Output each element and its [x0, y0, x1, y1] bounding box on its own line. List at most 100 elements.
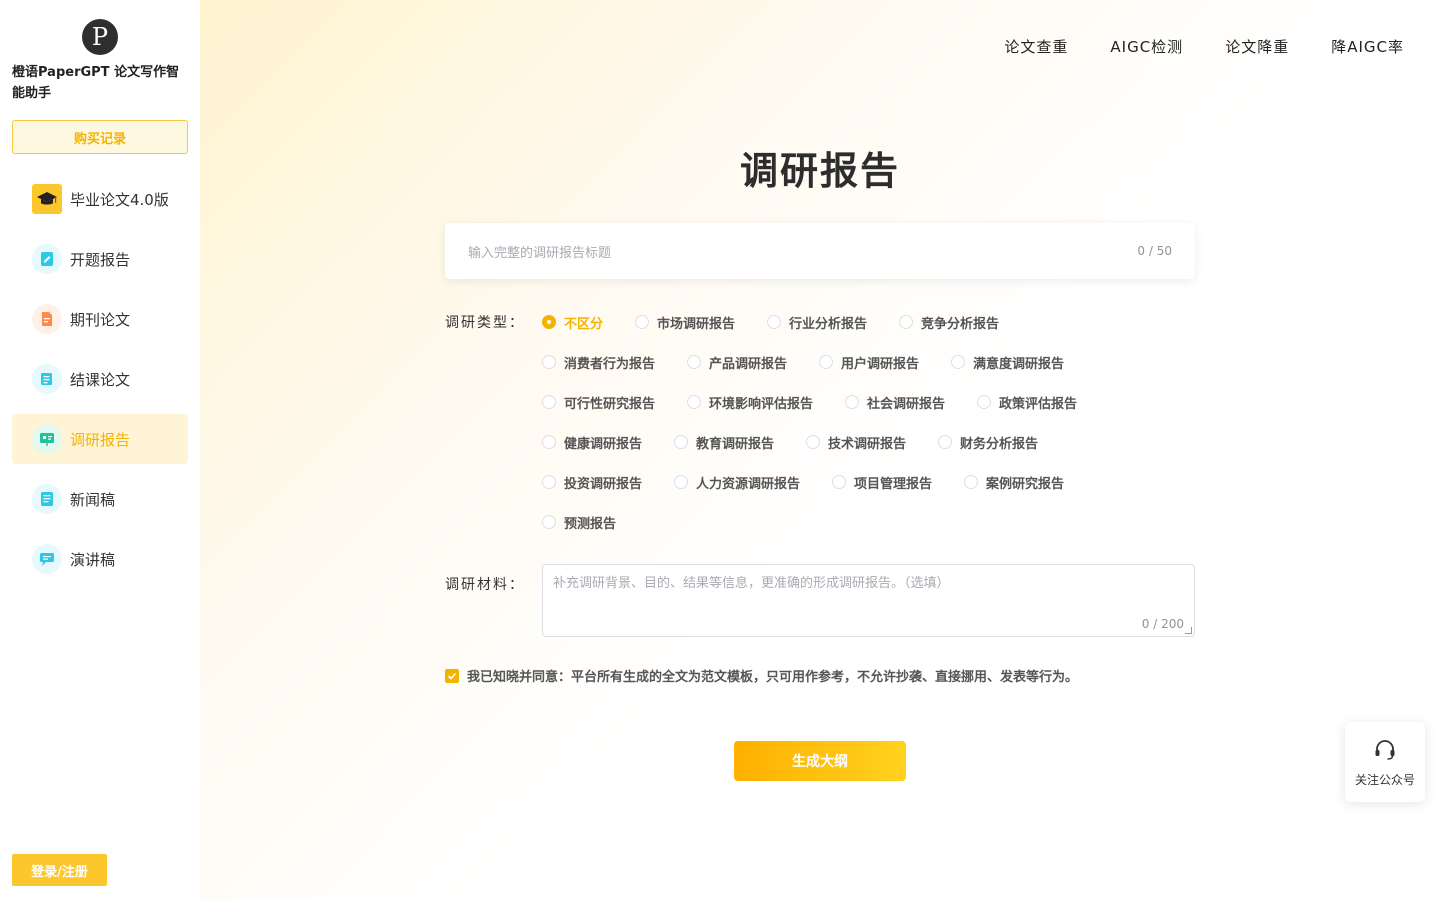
radio-label: 健康调研报告 — [564, 436, 643, 452]
brand-name: 橙语PaperGPT 论文写作智能助手 — [12, 65, 180, 101]
radio-option[interactable]: 健康调研报告 — [542, 433, 642, 452]
radio-label: 竞争分析报告 — [921, 316, 1000, 332]
radio-dot-icon — [977, 395, 992, 409]
topnav-reduce-duplication[interactable]: 论文降重 — [1225, 36, 1289, 57]
top-nav: 论文查重 AIGC检测 论文降重 降AIGC率 — [1004, 36, 1404, 57]
radio-label: 市场调研报告 — [657, 316, 736, 332]
sidebar-item-label: 毕业论文4.0版 — [70, 190, 169, 209]
radio-label: 案例研究报告 — [986, 476, 1065, 492]
radio-option[interactable]: 竞争分析报告 — [899, 313, 999, 332]
radio-option[interactable]: 不区分 — [542, 313, 603, 332]
radio-dot-icon — [806, 435, 821, 449]
radio-dot-icon — [542, 355, 556, 369]
radio-label: 环境影响评估报告 — [709, 396, 814, 412]
radio-option[interactable]: 项目管理报告 — [832, 473, 932, 492]
speech-icon — [32, 544, 62, 574]
sidebar-item-journal[interactable]: 期刊论文 — [12, 294, 188, 344]
radio-option[interactable]: 人力资源调研报告 — [674, 473, 800, 492]
radio-option[interactable]: 消费者行为报告 — [542, 353, 655, 372]
headset-icon — [1375, 739, 1395, 760]
radio-dot-icon — [899, 315, 914, 329]
radio-dot-icon — [674, 475, 689, 489]
radio-dot-icon — [635, 315, 650, 329]
radio-option[interactable]: 环境影响评估报告 — [687, 393, 813, 412]
radio-option[interactable]: 产品调研报告 — [687, 353, 787, 372]
title-input-placeholder: 输入完整的调研报告标题 — [468, 245, 612, 261]
sidebar-nav: 毕业论文4.0版 开题报告 期刊论文 结课论文 调研报告 新闻稿 演讲稿 — [12, 174, 188, 594]
radio-label: 财务分析报告 — [960, 436, 1039, 452]
topnav-aigc-detect[interactable]: AIGC检测 — [1110, 36, 1183, 57]
radio-label: 教育调研报告 — [696, 436, 775, 452]
radio-option[interactable]: 投资调研报告 — [542, 473, 642, 492]
sidebar-item-label: 期刊论文 — [70, 310, 131, 329]
page-title: 调研报告 — [740, 149, 901, 193]
logo-letter: P — [91, 23, 109, 51]
check-icon — [447, 672, 457, 680]
radio-option[interactable]: 案例研究报告 — [964, 473, 1064, 492]
agreement: 我已知晓并同意：平台所有生成的全文为范文模板，只可用作参考，不允许抄袭、直接挪用… — [445, 666, 1078, 685]
title-input[interactable]: 输入完整的调研报告标题 0 / 50 — [445, 223, 1195, 279]
title-char-counter: 0 / 50 — [1137, 244, 1172, 258]
radio-dot-icon — [687, 355, 702, 369]
purchase-record-button[interactable]: 购买记录 — [12, 120, 188, 154]
sidebar-item-press-release[interactable]: 新闻稿 — [12, 474, 188, 524]
topnav-reduce-aigc[interactable]: 降AIGC率 — [1331, 36, 1404, 57]
radio-dot-icon — [542, 515, 556, 529]
radio-dot-icon — [542, 315, 556, 329]
sidebar-item-research-report[interactable]: 调研报告 — [12, 414, 188, 464]
radio-label: 技术调研报告 — [828, 436, 907, 452]
radio-option[interactable]: 政策评估报告 — [977, 393, 1077, 412]
radio-option[interactable]: 行业分析报告 — [767, 313, 867, 332]
sidebar-item-label: 开题报告 — [70, 250, 131, 269]
radio-label: 人力资源调研报告 — [696, 476, 801, 492]
material-label: 调研材料： — [445, 577, 525, 593]
follow-label: 关注公众号 — [1354, 772, 1415, 787]
radio-option[interactable]: 满意度调研报告 — [951, 353, 1064, 372]
radio-dot-icon — [542, 395, 556, 409]
logo[interactable]: P — [82, 19, 118, 55]
radio-label: 项目管理报告 — [854, 476, 933, 492]
radio-label: 政策评估报告 — [999, 396, 1078, 412]
radio-label: 行业分析报告 — [789, 316, 868, 332]
sidebar-item-label: 结课论文 — [70, 370, 131, 389]
agree-checkbox[interactable] — [445, 668, 459, 683]
material-textarea[interactable]: 补充调研背景、目的、结果等信息，更准确的形成调研报告。（选填） 0 / 200 — [542, 564, 1195, 637]
radio-label: 满意度调研报告 — [973, 356, 1065, 372]
scroll-icon — [32, 364, 62, 394]
radio-option[interactable]: 预测报告 — [542, 513, 616, 532]
topnav-plagiarism-check[interactable]: 论文查重 — [1004, 36, 1068, 57]
sidebar: P 橙语PaperGPT 论文写作智能助手 购买记录 毕业论文4.0版 开题报告… — [0, 0, 200, 900]
radio-option[interactable]: 财务分析报告 — [938, 433, 1038, 452]
sidebar-item-course-paper[interactable]: 结课论文 — [12, 354, 188, 404]
radio-row: 消费者行为报告 产品调研报告 用户调研报告 满意度调研报告 — [542, 342, 1202, 382]
sidebar-item-speech[interactable]: 演讲稿 — [12, 534, 188, 584]
main-content: 论文查重 AIGC检测 论文降重 降AIGC率 调研报告 输入完整的调研报告标题… — [200, 0, 1440, 900]
radio-option[interactable]: 社会调研报告 — [845, 393, 945, 412]
radio-option[interactable]: 可行性研究报告 — [542, 393, 655, 412]
radio-option[interactable]: 技术调研报告 — [806, 433, 906, 452]
radio-dot-icon — [674, 435, 689, 449]
login-register-button[interactable]: 登录/注册 — [12, 854, 107, 886]
news-icon — [32, 484, 62, 514]
sidebar-item-proposal[interactable]: 开题报告 — [12, 234, 188, 284]
radio-row: 不区分 市场调研报告 行业分析报告 竞争分析报告 — [542, 302, 1202, 342]
radio-option[interactable]: 市场调研报告 — [635, 313, 735, 332]
document-icon — [32, 304, 62, 334]
resize-grip-icon[interactable] — [1185, 627, 1192, 634]
follow-official-account[interactable]: 关注公众号 — [1345, 722, 1425, 802]
radio-label: 产品调研报告 — [709, 356, 788, 372]
radio-option[interactable]: 用户调研报告 — [819, 353, 919, 372]
graduation-cap-icon — [32, 184, 62, 214]
radio-row: 可行性研究报告 环境影响评估报告 社会调研报告 政策评估报告 — [542, 382, 1202, 422]
radio-dot-icon — [687, 395, 702, 409]
radio-option[interactable]: 教育调研报告 — [674, 433, 774, 452]
radio-dot-icon — [767, 315, 782, 329]
sidebar-item-thesis[interactable]: 毕业论文4.0版 — [12, 174, 188, 224]
radio-row: 预测报告 — [542, 502, 1202, 542]
radio-label: 消费者行为报告 — [564, 356, 656, 372]
agreement-text: 我已知晓并同意：平台所有生成的全文为范文模板，只可用作参考，不允许抄袭、直接挪用… — [467, 670, 1079, 685]
sidebar-item-label: 调研报告 — [70, 430, 131, 449]
material-char-counter: 0 / 200 — [1141, 617, 1184, 631]
generate-outline-button[interactable]: 生成大纲 — [734, 741, 906, 781]
radio-label: 社会调研报告 — [867, 396, 946, 412]
